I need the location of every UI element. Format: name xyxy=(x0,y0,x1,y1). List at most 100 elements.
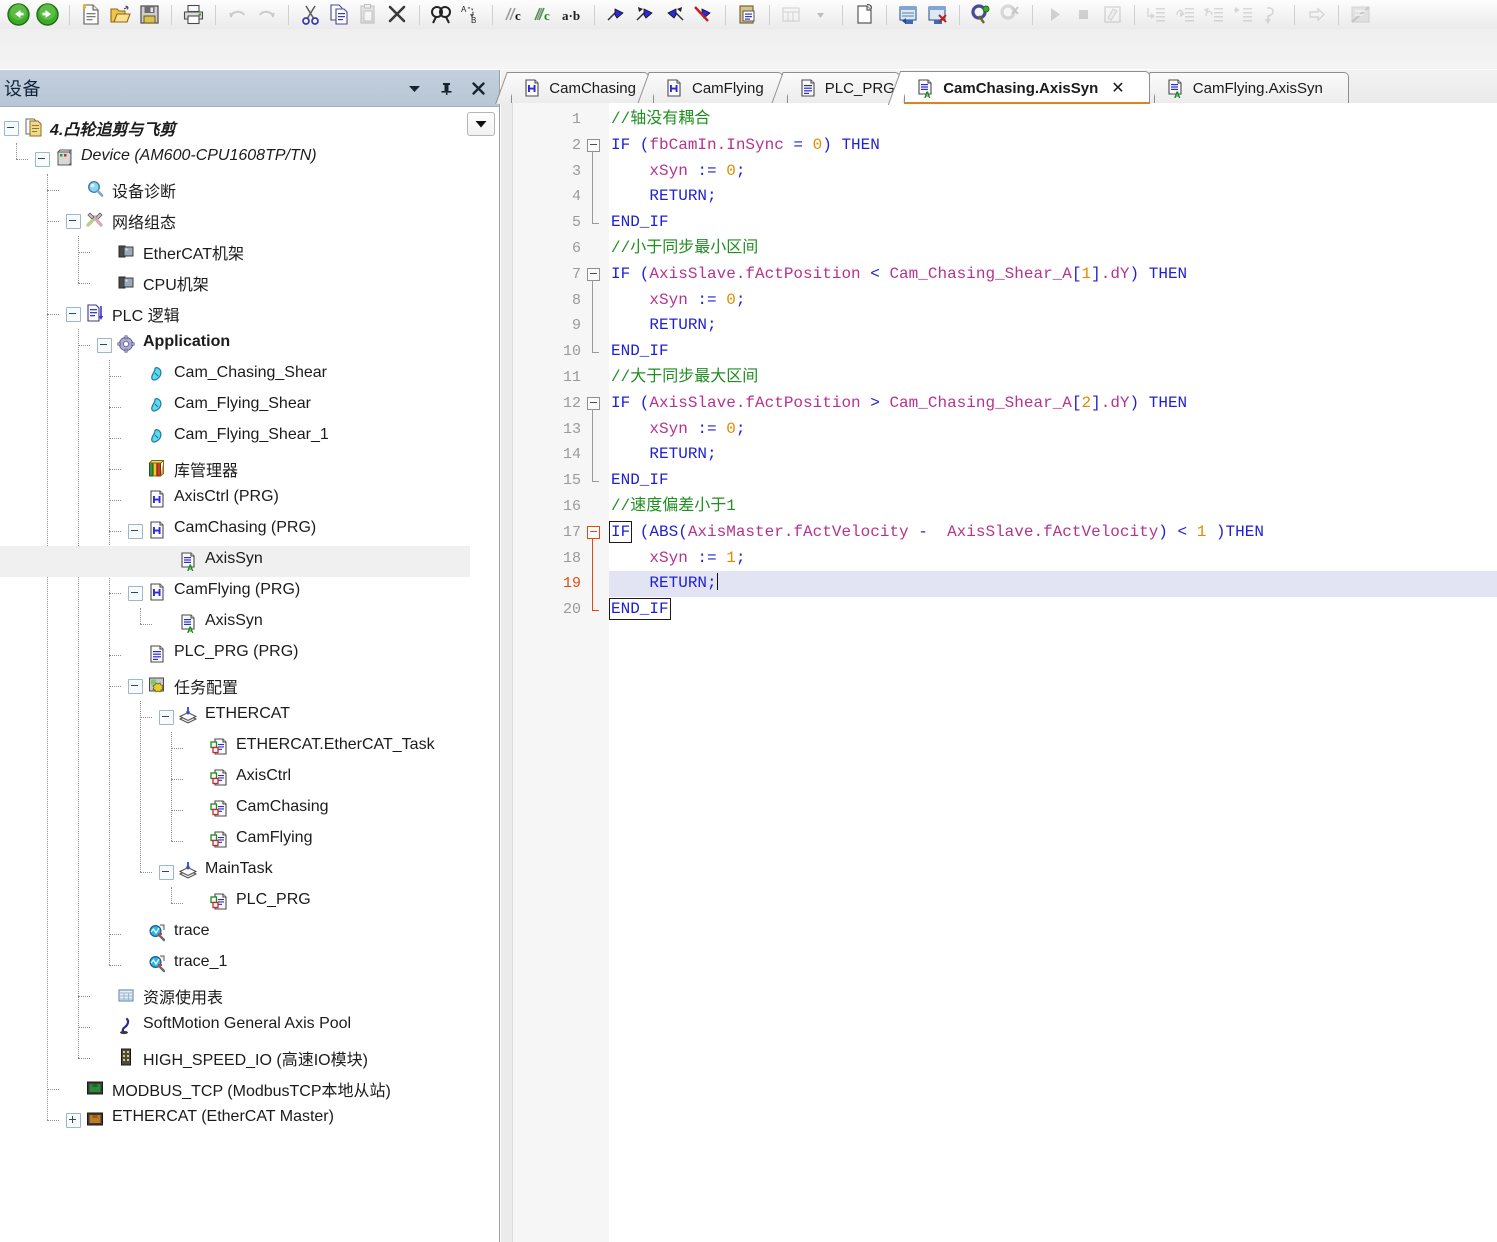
tree-item[interactable]: 设备诊断 xyxy=(0,174,499,205)
tree-item[interactable]: 任务配置 xyxy=(0,670,499,701)
tree-item[interactable]: MainTask xyxy=(0,856,499,887)
code-line[interactable]: 8 xSyn := 0; xyxy=(501,288,1497,314)
code-editor[interactable]: 1//轴没有耦合 2 IF (fbCamIn.InSync = 0) THEN 3 x… xyxy=(501,103,1497,1242)
code-line[interactable]: 13 xSyn := 0; xyxy=(501,417,1497,443)
tree-item[interactable]: Cam_Flying_Shear xyxy=(0,391,499,422)
editor-tab[interactable]: PLC_PRG xyxy=(770,72,901,104)
replace-icon[interactable]: AB xyxy=(457,2,484,27)
code-line[interactable]: 12 IF (AxisSlave.fActPosition > Cam_Chasi… xyxy=(501,391,1497,417)
new-page-icon[interactable] xyxy=(851,2,878,27)
tree-expander-minus[interactable] xyxy=(159,710,174,725)
tree-item[interactable]: Cam_Flying_Shear_1 xyxy=(0,422,499,453)
code-line[interactable]: 2 IF (fbCamIn.InSync = 0) THEN xyxy=(501,133,1497,159)
code-line[interactable]: 5 END_IF xyxy=(501,210,1497,236)
comment-icon[interactable]: c xyxy=(501,2,528,27)
editor-tab[interactable]: A CamChasing.AxisSyn ✕ xyxy=(888,71,1150,105)
tree-expander-minus[interactable] xyxy=(128,524,143,539)
tree-item[interactable]: AxisCtrl (PRG) xyxy=(0,484,499,515)
find-icon[interactable] xyxy=(428,2,455,27)
bookmark-clear-icon[interactable] xyxy=(690,2,717,27)
tree-expander-minus[interactable] xyxy=(35,152,50,167)
tree-item[interactable]: SoftMotion General Axis Pool xyxy=(0,1011,499,1042)
tree-item[interactable]: PLC_PRG xyxy=(0,887,499,918)
editor-tab[interactable]: CamChasing xyxy=(495,72,649,104)
code-line[interactable]: 10 END_IF xyxy=(501,339,1497,365)
tree-expander-minus[interactable] xyxy=(4,121,19,136)
bookmark-prev-icon[interactable] xyxy=(661,2,688,27)
tree-item[interactable]: CamFlying (PRG) xyxy=(0,577,499,608)
new-file-icon[interactable] xyxy=(78,2,105,27)
tree-expander-minus[interactable] xyxy=(66,307,81,322)
code-line[interactable]: 7 IF (AxisSlave.fActPosition < Cam_Chasin… xyxy=(501,262,1497,288)
copy-icon[interactable] xyxy=(326,2,353,27)
code-line[interactable]: 17 IF (ABS(AxisMaster.fActVelocity - Axis… xyxy=(501,520,1497,546)
properties-icon[interactable] xyxy=(734,2,761,27)
code-line[interactable]: 16 //速度偏差小于1 xyxy=(501,494,1497,520)
tree-item[interactable]: PLC_PRG (PRG) xyxy=(0,639,499,670)
tree-item[interactable]: MODBUS_TCP (ModbusTCP本地从站) xyxy=(0,1073,499,1104)
tree-item[interactable]: A AxisSyn xyxy=(0,608,499,639)
tree-item[interactable]: ETHERCAT.EtherCAT_Task xyxy=(0,732,499,763)
code-line[interactable]: 19 RETURN; xyxy=(501,571,1497,598)
tree-expander-plus[interactable] xyxy=(66,1113,81,1128)
tree-item[interactable]: EtherCAT机架 xyxy=(0,236,499,267)
text-case-icon[interactable]: a·b xyxy=(559,2,586,27)
pin-icon[interactable] xyxy=(437,79,455,97)
fold-toggle[interactable] xyxy=(587,396,600,410)
tree-item[interactable]: 库管理器 xyxy=(0,453,499,484)
tree-item[interactable]: Application xyxy=(0,329,499,360)
cut-icon[interactable] xyxy=(297,2,324,27)
tree-expander-minus[interactable] xyxy=(66,214,81,229)
delete-icon[interactable] xyxy=(384,2,411,27)
bookmark-next-icon[interactable] xyxy=(632,2,659,27)
code-line[interactable]: 14 RETURN; xyxy=(501,442,1497,468)
tree-expander-minus[interactable] xyxy=(128,586,143,601)
uncomment-icon[interactable]: c xyxy=(530,2,557,27)
code-line[interactable]: 6 //小于同步最小区间 xyxy=(501,236,1497,262)
tree-item[interactable]: Cam_Chasing_Shear xyxy=(0,360,499,391)
code-line[interactable]: 15 END_IF xyxy=(501,468,1497,494)
tree-item[interactable]: HIGH_SPEED_IO (高速IO模块) xyxy=(0,1042,499,1073)
panel-menu-icon[interactable] xyxy=(405,79,423,97)
tree-item[interactable]: Device (AM600-CPU1608TP/TN) xyxy=(0,143,499,174)
tree-item[interactable]: CamChasing (PRG) xyxy=(0,515,499,546)
open-folder-icon[interactable] xyxy=(107,2,134,27)
code-line[interactable]: 9 RETURN; xyxy=(501,313,1497,339)
fold-toggle[interactable] xyxy=(587,525,600,539)
tree-item[interactable]: CamFlying xyxy=(0,825,499,856)
build-icon[interactable] xyxy=(968,2,995,27)
tree-item[interactable]: ETHERCAT xyxy=(0,701,499,732)
code-line[interactable]: 18 xSyn := 1; xyxy=(501,546,1497,572)
tree-item[interactable]: PLC 逻辑 xyxy=(0,298,499,329)
tab-close-icon[interactable]: ✕ xyxy=(1111,78,1124,98)
tree-item[interactable]: AxisCtrl xyxy=(0,763,499,794)
fold-toggle[interactable] xyxy=(587,267,600,281)
tree-item[interactable]: trace xyxy=(0,918,499,949)
editor-tab-bar[interactable]: CamChasing CamFlying PLC_PRG A CamChasing.Ax… xyxy=(495,70,1497,105)
code-line[interactable]: 4 RETURN; xyxy=(501,184,1497,210)
tree-expander-minus[interactable] xyxy=(97,338,112,353)
login-icon[interactable] xyxy=(895,2,922,27)
tree-item[interactable]: 4.凸轮追剪与飞剪 xyxy=(0,112,499,143)
tree-item[interactable]: 网络组态 xyxy=(0,205,499,236)
bookmark-toggle-icon[interactable] xyxy=(603,2,630,27)
tree-item[interactable]: A AxisSyn xyxy=(0,546,470,577)
tree-dropdown-button[interactable] xyxy=(467,112,495,136)
forward-icon[interactable] xyxy=(34,2,61,27)
tree-expander-minus[interactable] xyxy=(159,865,174,880)
tree-item[interactable]: 资源使用表 xyxy=(0,980,499,1011)
tree-item[interactable]: ETHERCAT (EtherCAT Master) xyxy=(0,1104,499,1135)
fold-toggle[interactable] xyxy=(587,138,600,152)
devices-tree[interactable]: 4.凸轮追剪与飞剪 Device (AM600-CPU1608TP/TN) 设备诊断… xyxy=(0,107,499,1242)
code-line[interactable]: 20 END_IF xyxy=(501,597,1497,623)
tree-expander-minus[interactable] xyxy=(128,679,143,694)
logout-icon[interactable] xyxy=(924,2,951,27)
code-line[interactable]: 1 //轴没有耦合 xyxy=(501,107,1497,133)
code-line[interactable]: 3 xSyn := 0; xyxy=(501,159,1497,185)
close-icon[interactable] xyxy=(469,79,487,97)
save-icon[interactable] xyxy=(136,2,163,27)
print-icon[interactable] xyxy=(180,2,207,27)
tree-item[interactable]: CamChasing xyxy=(0,794,499,825)
editor-tab[interactable]: A CamFlying.AxisSyn xyxy=(1137,72,1350,104)
editor-tab[interactable]: CamFlying xyxy=(637,72,783,104)
